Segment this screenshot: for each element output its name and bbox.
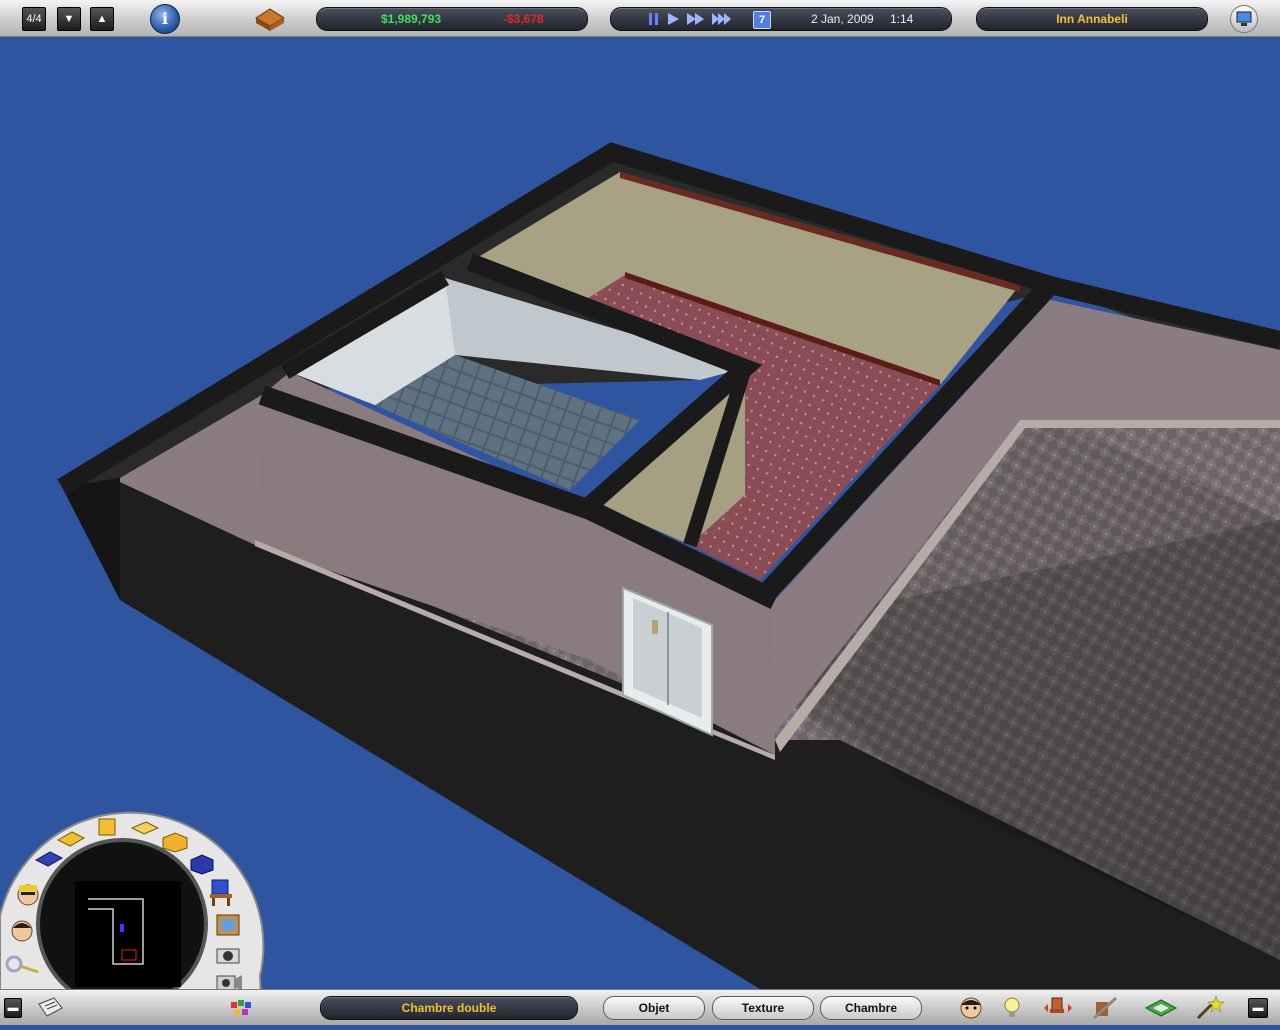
floor-tool-icon (56, 831, 86, 847)
fastest-button[interactable] (711, 11, 735, 27)
keys-button[interactable] (4, 952, 42, 980)
hotel-icon (255, 8, 285, 31)
newspaper-icon (38, 997, 63, 1017)
picture-button[interactable] (214, 912, 242, 938)
hotel-name-display[interactable]: Inn Annabeli (976, 7, 1208, 31)
money-expense: -$3,678 (503, 12, 544, 26)
staff-button[interactable] (14, 880, 42, 908)
down-arrow-icon: ▼ (63, 13, 75, 25)
wand-icon (1196, 995, 1225, 1020)
wall-tool-button[interactable] (96, 816, 118, 838)
pause-icon (649, 13, 658, 25)
lighting-button[interactable] (998, 994, 1026, 1022)
tab-texture[interactable]: Texture (712, 996, 814, 1020)
guest-icon (11, 920, 33, 942)
room-type-display: Chambre double (320, 996, 578, 1020)
fastest-icon (712, 13, 731, 25)
game-time: 1:14 (890, 12, 914, 26)
face-icon (960, 997, 982, 1019)
furniture-move-button[interactable] (1042, 994, 1072, 1022)
tab-chambre[interactable]: Chambre (820, 996, 922, 1020)
guest-button[interactable] (8, 916, 36, 944)
wall-tool-icon (98, 818, 116, 836)
up-arrow-icon: ▲ (96, 13, 108, 25)
palette-icon (231, 1000, 251, 1015)
blue-wall-button[interactable] (34, 848, 64, 870)
keys-icon (5, 955, 39, 974)
palette-button[interactable] (227, 994, 255, 1022)
hotel-name: Inn Annabeli (1056, 12, 1128, 26)
camera-icon (216, 948, 240, 964)
floor-tile-button[interactable] (1144, 994, 1178, 1022)
tools-button[interactable] (1090, 994, 1118, 1022)
fast-forward-icon (687, 13, 704, 25)
play-icon (668, 13, 679, 25)
info-icon: i (161, 9, 169, 28)
floor-down-button[interactable]: ▼ (57, 7, 81, 31)
blue-box-icon (190, 854, 214, 875)
game-date: 2 Jan, 2009 (811, 12, 874, 26)
lightbulb-icon (1004, 997, 1020, 1017)
room-type-label: Chambre double (401, 1001, 497, 1015)
staff-face-button[interactable] (957, 994, 985, 1022)
newspaper-button[interactable] (36, 994, 64, 1022)
calendar-icon[interactable]: 7 (753, 11, 771, 29)
blue-box-button[interactable] (188, 852, 216, 876)
money-display: $1,989,793 -$3,678 (316, 7, 588, 31)
furniture-button[interactable] (206, 876, 236, 908)
minimize-button[interactable]: ▬ (1248, 998, 1268, 1018)
box-tool-icon (162, 832, 188, 853)
room-tool-icon (130, 821, 160, 835)
room-tool-button[interactable] (130, 818, 160, 840)
picture-icon (216, 914, 240, 936)
wand-button[interactable] (1194, 994, 1225, 1022)
floor-tile-icon (1144, 999, 1178, 1017)
furniture-icon (210, 879, 232, 906)
hotel-button[interactable] (252, 4, 288, 32)
floor-tool-button[interactable] (56, 828, 86, 850)
staff-icon (17, 884, 39, 906)
play-button[interactable] (665, 11, 681, 27)
options-button[interactable] (1230, 5, 1258, 33)
minimize-icon: ▬ (7, 1002, 19, 1014)
collapse-left-button[interactable]: ▬ (4, 998, 22, 1018)
floor-up-button[interactable]: ▲ (90, 7, 114, 31)
monitor-icon (1236, 11, 1252, 26)
camera-button[interactable] (214, 942, 242, 966)
top-toolbar: 4/4 ▼ ▲ i $1,989,793 -$3,678 7 2 Jan, 20… (0, 0, 1280, 37)
chair-icon (1044, 997, 1072, 1013)
info-button[interactable]: i (150, 4, 180, 34)
blue-wall-icon (34, 851, 64, 867)
bottom-toolbar: Chambre double Objet Texture Chambre ▬ ▬ (0, 989, 1280, 1025)
time-control: 7 2 Jan, 2009 1:14 (610, 7, 952, 31)
floor-indicator[interactable]: 4/4 (22, 7, 46, 31)
minimize-icon: ▬ (1252, 1002, 1264, 1014)
fast-forward-button[interactable] (685, 11, 707, 27)
tools-icon (1092, 996, 1118, 1020)
roof-tool-button[interactable] (160, 830, 190, 854)
tab-objet[interactable]: Objet (603, 996, 705, 1020)
money-balance: $1,989,793 (381, 12, 442, 26)
pause-button[interactable] (647, 11, 661, 27)
